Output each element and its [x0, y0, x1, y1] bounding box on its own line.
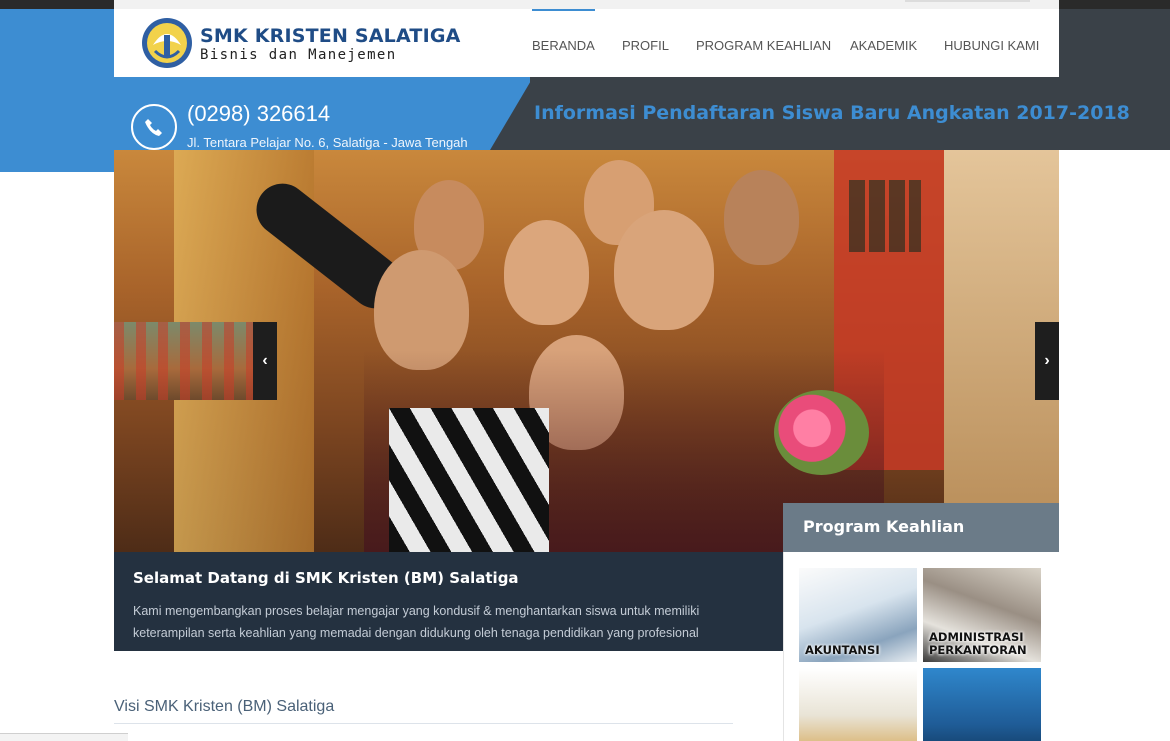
search-box[interactable] — [905, 0, 1030, 2]
contact-address: Jl. Tentara Pelajar No. 6, Salatiga - Ja… — [187, 135, 468, 150]
nav-item-hubungi-kami[interactable]: HUBUNGI KAMI — [944, 38, 1039, 53]
program-tile-3[interactable] — [799, 668, 917, 741]
program-tile-label: AKUNTANSI — [805, 643, 880, 657]
hero-clapperboard — [389, 408, 549, 552]
program-tile-4[interactable] — [923, 668, 1041, 741]
student-face — [614, 210, 714, 330]
program-tile-label: ADMINISTRASI PERKANTORAN — [929, 630, 1027, 657]
visi-heading: Visi SMK Kristen (BM) Salatiga — [114, 698, 335, 715]
student-face — [504, 220, 589, 325]
slider-next-button[interactable]: › — [1035, 322, 1059, 400]
nav-item-akademik[interactable]: AKADEMIK — [850, 38, 917, 53]
contact-phone: (0298) 326614 — [187, 101, 331, 126]
page: SMK KRISTEN SALATIGA Bisnis dan Manejeme… — [0, 0, 1170, 741]
main-nav: BERANDA PROFIL PROGRAM KEAHLIAN AKADEMIK… — [114, 9, 1059, 77]
program-keahlian-title: Program Keahlian — [803, 517, 965, 536]
visi-divider — [114, 723, 733, 724]
phone-icon — [131, 104, 177, 150]
status-bar — [0, 733, 128, 741]
nav-item-beranda[interactable]: BERANDA — [532, 9, 595, 53]
program-tile-akuntansi[interactable]: AKUNTANSI — [799, 568, 917, 662]
nav-item-program-keahlian[interactable]: PROGRAM KEAHLIAN — [696, 38, 831, 53]
program-keahlian-header: Program Keahlian — [783, 503, 1059, 552]
site-header: SMK KRISTEN SALATIGA Bisnis dan Manejeme… — [114, 9, 1059, 77]
slider-prev-button[interactable]: ‹ — [253, 322, 277, 400]
program-tile-administrasi-perkantoran[interactable]: ADMINISTRASI PERKANTORAN — [923, 568, 1041, 662]
student-face — [724, 170, 799, 265]
caption-title: Selamat Datang di SMK Kristen (BM) Salat… — [133, 569, 519, 587]
announcement-link[interactable]: Informasi Pendaftaran Siswa Baru Angkata… — [534, 102, 1130, 124]
slider-thumbnail[interactable] — [114, 322, 253, 400]
slider-caption: Selamat Datang di SMK Kristen (BM) Salat… — [114, 552, 783, 651]
hero-flowers — [774, 390, 869, 475]
caption-text: Kami mengembangkan proses belajar mengaj… — [133, 604, 700, 640]
nav-item-profil[interactable]: PROFIL — [622, 38, 669, 53]
